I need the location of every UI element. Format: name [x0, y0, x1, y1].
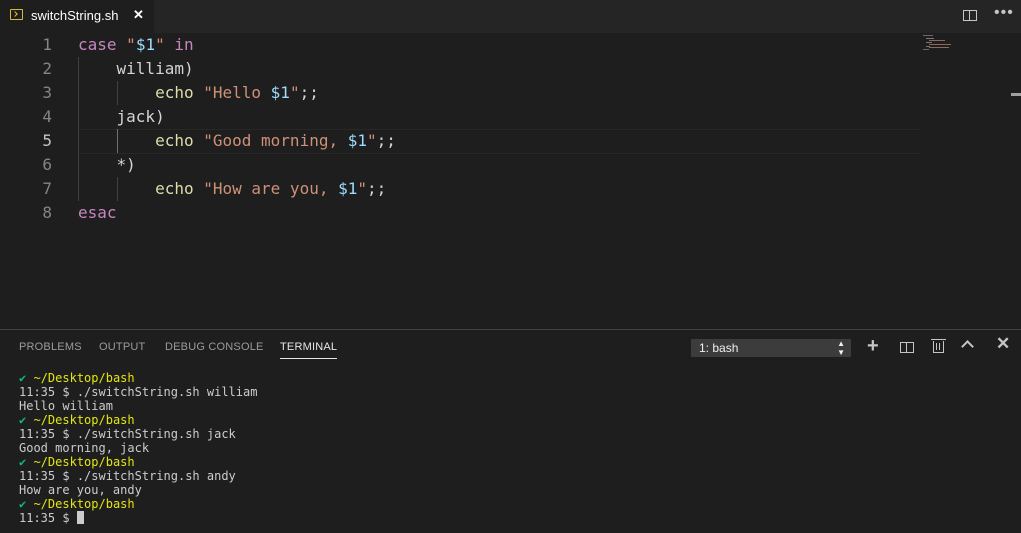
code-line-7: echo "How are you, $1";;: [155, 179, 387, 198]
terminal-command-line: 11:35 $ ./switchString.sh andy: [19, 469, 236, 483]
kill-terminal-icon[interactable]: [931, 339, 946, 353]
close-tab-icon[interactable]: ✕: [133, 7, 144, 23]
more-actions-icon[interactable]: •••: [994, 4, 1014, 22]
code-line-1: case "$1" in: [78, 35, 194, 54]
terminal-path-line: ✔ ~/Desktop/bash: [19, 455, 135, 469]
tab-terminal[interactable]: TERMINAL: [280, 341, 338, 359]
code-line-5: echo "Good morning, $1";;: [155, 131, 396, 150]
line-number: 8: [42, 203, 52, 222]
terminal-select[interactable]: 1: bash ▲ ▼: [691, 339, 851, 357]
terminal-prompt-line[interactable]: 11:35 $: [19, 511, 84, 525]
line-number-active: 5: [42, 131, 52, 150]
line-number: 2: [42, 59, 52, 78]
maximize-panel-icon[interactable]: [961, 340, 974, 353]
tab-output[interactable]: OUTPUT: [99, 341, 145, 353]
bottom-panel: PROBLEMS OUTPUT DEBUG CONSOLE TERMINAL 1…: [0, 329, 1021, 533]
line-number: 7: [42, 179, 52, 198]
tab-problems[interactable]: PROBLEMS: [19, 341, 82, 353]
close-panel-icon[interactable]: ✕: [996, 334, 1010, 354]
select-arrows-icon: ▲ ▼: [837, 339, 845, 357]
terminal-path-line: ✔ ~/Desktop/bash: [19, 413, 135, 427]
minimap[interactable]: [920, 33, 960, 53]
split-terminal-icon[interactable]: [900, 342, 914, 353]
code-line-3: echo "Hello $1";;: [155, 83, 319, 102]
split-editor-icon[interactable]: [963, 10, 977, 21]
terminal-output-line: Hello william: [19, 399, 113, 413]
editor-tab-switchstring[interactable]: switchString.sh ✕: [0, 0, 154, 33]
tab-debug-console[interactable]: DEBUG CONSOLE: [165, 341, 264, 353]
code-editor[interactable]: 1 2 3 4 5 6 7 8 case "$1" in william) ec…: [0, 33, 1021, 329]
terminal-path-line: ✔ ~/Desktop/bash: [19, 371, 135, 385]
line-number: 1: [42, 35, 52, 54]
editor-tab-bar: switchString.sh ✕ •••: [0, 0, 1021, 33]
terminal-command-line: 11:35 $ ./switchString.sh william: [19, 385, 258, 399]
tab-filename: switchString.sh: [31, 8, 119, 23]
code-line-8: esac: [78, 203, 117, 222]
terminal-output-line: How are you, andy: [19, 483, 142, 497]
terminal-path-line: ✔ ~/Desktop/bash: [19, 497, 135, 511]
line-number: 4: [42, 107, 52, 126]
code-line-6: *): [116, 155, 136, 174]
line-number: 3: [42, 83, 52, 102]
terminal-command-line: 11:35 $ ./switchString.sh jack: [19, 427, 236, 441]
terminal-file-icon: [10, 9, 23, 20]
line-number: 6: [42, 155, 52, 174]
terminal-select-value: 1: bash: [699, 341, 739, 355]
code-line-2: william): [116, 59, 194, 78]
terminal-output-line: Good morning, jack: [19, 441, 150, 455]
scrollbar-cursor-marker[interactable]: [1011, 93, 1021, 96]
new-terminal-icon[interactable]: +: [867, 335, 879, 358]
code-line-4: jack): [116, 107, 165, 126]
terminal-cursor: [76, 511, 84, 524]
